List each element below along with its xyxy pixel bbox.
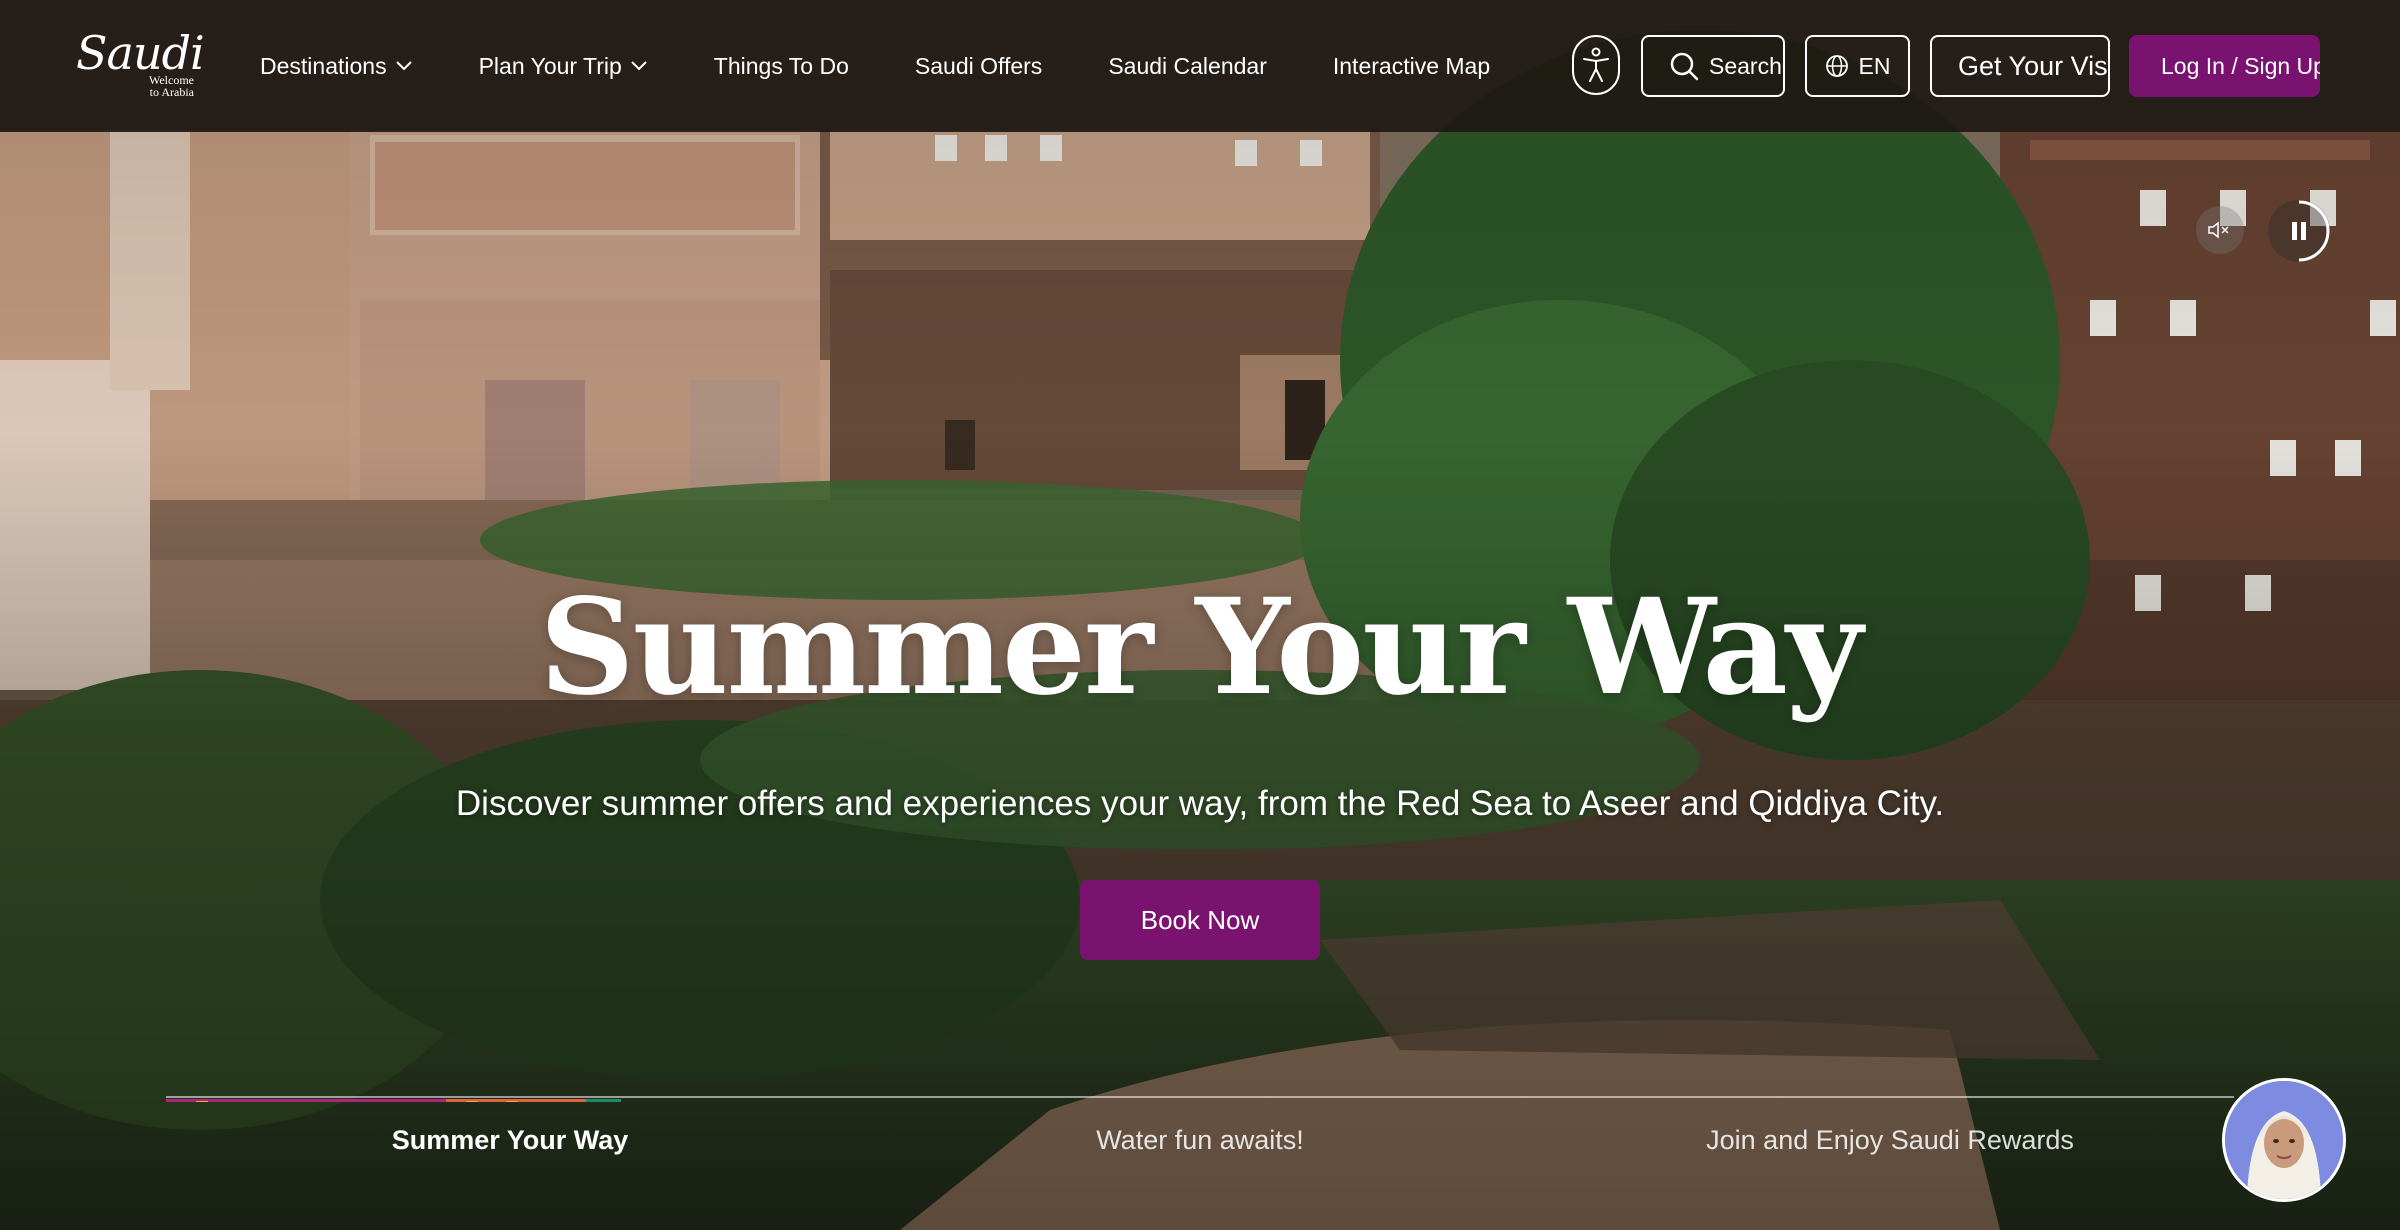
nav-item-destinations[interactable]: Destinations [260,53,413,80]
logo-wordmark: Saudi [76,26,205,80]
slide-progress-bar [166,1094,621,1102]
mute-toggle-button[interactable] [2196,206,2244,254]
search-icon [1670,52,1699,81]
logo-tagline: Welcome to Arabia [120,74,194,98]
nav-item-label: Saudi Offers [914,52,1043,79]
accessibility-person-icon [1583,47,1609,82]
nav-item-saudi-offers[interactable]: Saudi Offers [915,53,1042,80]
login-button-label: Log In / Sign Up [2161,52,2320,79]
hero-subtitle: Discover summer offers and experiences y… [455,784,1945,823]
get-your-visa-button[interactable]: Get Your Visa [1930,35,2110,97]
visa-button-label: Get Your Visa [1958,50,2110,81]
language-selector[interactable]: EN [1805,35,1910,97]
slide-tab-label: Join and Enjoy Saudi Rewards [1706,1125,2074,1155]
nav-item-label: Saudi Calendar [1108,52,1267,79]
nav-item-label: Things To Do [713,52,849,79]
speaker-muted-icon [2208,221,2229,239]
chat-assistant-button[interactable] [2222,1078,2346,1202]
top-navigation-bar: Saudi Welcome to Arabia Destinations Pla… [0,0,2400,132]
slide-tab-summer-your-way[interactable]: Summer Your Way [330,1120,690,1160]
nav-item-label: Interactive Map [1332,52,1491,79]
nav-item-things-to-do[interactable]: Things To Do [714,53,849,80]
language-label: EN [1858,52,1891,79]
assistant-avatar-icon [2225,1081,2343,1199]
accessibility-button[interactable] [1572,35,1620,95]
hero-title: Summer Your Way [539,570,1862,725]
slide-tab-saudi-rewards[interactable]: Join and Enjoy Saudi Rewards [1680,1120,2100,1160]
login-signup-button[interactable]: Log In / Sign Up [2129,35,2320,97]
chevron-down-icon [395,61,412,71]
globe-icon [1825,55,1848,77]
main-nav: Destinations Plan Your Trip Things To Do… [260,0,1556,132]
book-now-button[interactable]: Book Now [1080,880,1320,960]
nav-item-saudi-calendar[interactable]: Saudi Calendar [1108,53,1267,80]
logo-tagline-line2: to Arabia [149,85,194,99]
search-button[interactable]: Search [1641,35,1785,97]
slide-tab-label: Water fun awaits! [1096,1125,1304,1155]
book-now-label: Book Now [1140,904,1260,935]
chevron-down-icon [631,61,647,71]
visit-saudi-logo[interactable]: Saudi Welcome to Arabia [76,30,205,102]
nav-item-label: Destinations [260,52,387,79]
pause-video-button[interactable] [2268,200,2330,262]
slide-progress-pattern [166,1099,621,1102]
nav-item-plan-your-trip[interactable]: Plan Your Trip [479,53,648,80]
video-progress-ring [2298,200,2330,262]
nav-item-interactive-map[interactable]: Interactive Map [1333,53,1490,80]
search-button-label: Search [1709,52,1782,79]
slide-tab-label: Summer Your Way [391,1125,629,1155]
slide-tab-water-fun[interactable]: Water fun awaits! [1020,1120,1380,1160]
nav-item-label: Plan Your Trip [478,52,622,79]
